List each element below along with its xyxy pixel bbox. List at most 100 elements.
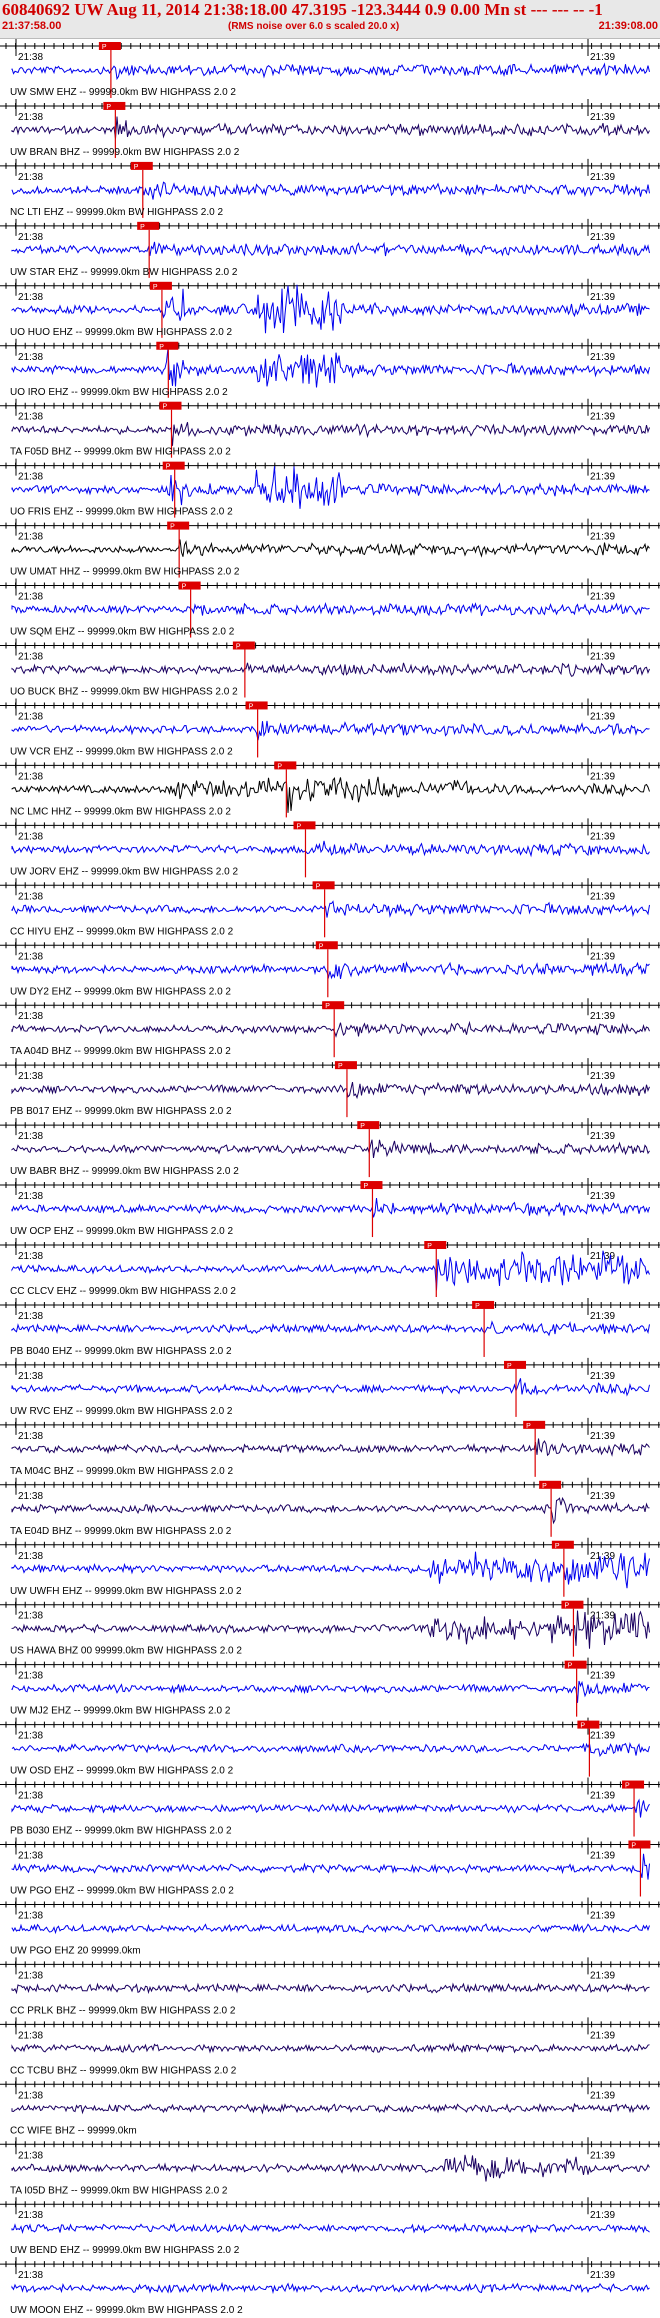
pick-flag-label: P bbox=[363, 1183, 368, 1190]
time-label-left: 21:38 bbox=[18, 1731, 43, 1742]
pick-flag-label: P bbox=[170, 524, 175, 531]
time-label-right: 21:39 bbox=[590, 1071, 615, 1082]
trace-label: CC WIFE BHZ -- 99999.0km bbox=[10, 2125, 137, 2136]
trace-row: 21:38 21:39 P NC LMC HHZ -- 99999.0km BW HI… bbox=[0, 758, 660, 818]
trace-label: TA M04C BHZ -- 99999.0km BW HIGHPASS 2.0… bbox=[10, 1466, 233, 1477]
waveform bbox=[11, 422, 650, 446]
waveform bbox=[11, 2102, 650, 2115]
pick-flag-label: P bbox=[163, 404, 168, 411]
waveform bbox=[11, 720, 650, 741]
time-label-left: 21:38 bbox=[18, 1611, 43, 1622]
time-label-right: 21:39 bbox=[590, 1491, 615, 1502]
time-label-right: 21:39 bbox=[590, 1791, 615, 1802]
trace-row: 21:38 21:39 CC TCBU BHZ -- 99999.0km BW HI… bbox=[0, 2017, 660, 2076]
time-label-right: 21:39 bbox=[590, 2210, 615, 2221]
trace-label: UW OCP EHZ -- 99999.0km BW HIGHPASS 2.0 … bbox=[10, 1226, 233, 1237]
waveform bbox=[11, 466, 650, 509]
waveform bbox=[11, 2222, 650, 2235]
trace-label: CC CLCV EHZ -- 99999.0km BW HIGHPASS 2.0… bbox=[10, 1286, 236, 1297]
time-label-right: 21:39 bbox=[590, 1910, 615, 1921]
time-label-left: 21:38 bbox=[18, 2090, 43, 2101]
pick-flag-label: P bbox=[475, 1303, 480, 1310]
time-label-left: 21:38 bbox=[18, 2030, 43, 2041]
trace-label: UW DY2 EHZ -- 99999.0km BW HIGHPASS 2.0 … bbox=[10, 986, 231, 997]
trace-label: UW UMAT HHZ -- 99999.0km BW HIGHPASS 2.0… bbox=[10, 567, 240, 578]
time-label-right: 21:39 bbox=[590, 2090, 615, 2101]
time-label-left: 21:38 bbox=[18, 2150, 43, 2161]
trace-label: UW STAR EHZ -- 99999.0km BW HIGHPASS 2.0… bbox=[10, 267, 238, 278]
pick-flag-label: P bbox=[568, 1663, 573, 1670]
trace-row: 21:38 21:39 P UW OCP EHZ -- 99999.0km BW HI… bbox=[0, 1178, 660, 1238]
time-label-right: 21:39 bbox=[590, 1731, 615, 1742]
trace-label: UW SQM EHZ -- 99999.0km BW HIGHPASS 2.0 … bbox=[10, 627, 235, 638]
waveform bbox=[11, 347, 650, 388]
trace-row: 21:38 21:39 P UW RVC EHZ -- 99999.0km BW HI… bbox=[0, 1357, 660, 1417]
waveform bbox=[11, 961, 650, 980]
time-label-left: 21:38 bbox=[18, 652, 43, 663]
trace-row: 21:38 21:39PUS HAWA BHZ 00 99999.0km BW H… bbox=[0, 1597, 660, 1657]
time-label-left: 21:38 bbox=[18, 1551, 43, 1562]
waveform bbox=[11, 1081, 650, 1100]
event-title: 60840692 UW Aug 11, 2014 21:38:18.00 47.… bbox=[2, 0, 603, 19]
header-bar: 60840692 UW Aug 11, 2014 21:38:18.00 47.… bbox=[0, 0, 660, 39]
waveform bbox=[11, 900, 650, 918]
trace-row: 21:38 21:39 P UW DY2 EHZ -- 99999.0km BW HI… bbox=[0, 938, 660, 998]
trace-label: TA A04D BHZ -- 99999.0km BW HIGHPASS 2.0… bbox=[10, 1046, 231, 1057]
time-label-right: 21:39 bbox=[590, 951, 615, 962]
pick-flag-label: P bbox=[427, 1243, 432, 1250]
time-label-right: 21:39 bbox=[590, 1311, 615, 1322]
time-label-left: 21:38 bbox=[18, 891, 43, 902]
time-label-left: 21:38 bbox=[18, 1011, 43, 1022]
waveform bbox=[11, 1250, 650, 1291]
time-label-left: 21:38 bbox=[18, 1970, 43, 1981]
trace-label: UW MJ2 EHZ -- 99999.0km BW HIGHPASS 2.0 … bbox=[10, 1706, 231, 1717]
trace-row: 21:38 21:39 P CC HIYU EHZ -- 99999.0km BW H… bbox=[0, 878, 660, 938]
trace-row: 21:38 21:39 P UW JORV EHZ -- 99999.0km BW H… bbox=[0, 818, 660, 878]
trace-row: 21:38 21:39 P PB B040 EHZ -- 99999.0km BW H… bbox=[0, 1297, 660, 1357]
waveform bbox=[11, 62, 650, 81]
trace-row: 21:38 21:39 P UW UMAT HHZ -- 99999.0km BW H… bbox=[0, 518, 660, 578]
trace-label: UO HUO EHZ -- 99999.0km BW HIGHPASS 2.0 … bbox=[10, 327, 233, 338]
time-label-left: 21:38 bbox=[18, 532, 43, 543]
time-label-right: 21:39 bbox=[590, 352, 615, 363]
time-label-right: 21:39 bbox=[590, 1671, 615, 1682]
time-label-left: 21:38 bbox=[18, 1071, 43, 1082]
waveform bbox=[11, 1551, 650, 1589]
time-label-left: 21:38 bbox=[18, 2210, 43, 2221]
waveform bbox=[11, 1139, 650, 1158]
trace-label: UW BABR BHZ -- 99999.0km BW HIGHPASS 2.0… bbox=[10, 1166, 239, 1177]
trace-row: 21:38 21:39 P PB B030 EHZ -- 99999.0km BW H… bbox=[0, 1777, 660, 1837]
time-label-left: 21:38 bbox=[18, 1791, 43, 1802]
pick-flag-label: P bbox=[249, 703, 254, 710]
trace-label: UW PGO EHZ 20 99999.0km bbox=[10, 1945, 141, 1956]
pick-flag-label: P bbox=[236, 644, 241, 651]
time-label-left: 21:38 bbox=[18, 1910, 43, 1921]
pick-flag-label: P bbox=[526, 1423, 531, 1430]
time-label-right: 21:39 bbox=[590, 472, 615, 483]
time-label-right: 21:39 bbox=[590, 532, 615, 543]
time-label-left: 21:38 bbox=[18, 412, 43, 423]
waveform bbox=[11, 1496, 650, 1525]
pick-flag-label: P bbox=[325, 1003, 330, 1010]
time-label-left: 21:38 bbox=[18, 1311, 43, 1322]
pick-flag-label: P bbox=[564, 1603, 569, 1610]
pick-flag-label: P bbox=[631, 1843, 636, 1850]
pick-flag-label: P bbox=[182, 584, 187, 591]
time-label-left: 21:38 bbox=[18, 1491, 43, 1502]
trace-row: 21:38 21:39 CC WIFE BHZ -- 99999.0km bbox=[0, 2077, 660, 2136]
trace-row: 21:38 21:39 P UW BABR BHZ -- 99999.0km BW H… bbox=[0, 1118, 660, 1178]
waveform bbox=[11, 241, 650, 257]
rms-note: (RMS noise over 6.0 s scaled 20.0 x) bbox=[228, 21, 400, 32]
pick-flag-label: P bbox=[153, 284, 158, 291]
time-label-right: 21:39 bbox=[590, 1191, 615, 1202]
trace-row: 21:38 21:39 UW BEND EHZ -- 99999.0km BW HI… bbox=[0, 2197, 660, 2256]
waveform bbox=[11, 601, 650, 617]
pick-flag-label: P bbox=[166, 464, 171, 471]
trace-label: UW BRAN BHZ -- 99999.0km BW HIGHPASS 2.0… bbox=[10, 147, 240, 158]
trace-row: 21:38 21:39 UW MOON EHZ -- 99999.0km BW HI… bbox=[0, 2257, 660, 2316]
trace-row: 21:38 21:39 P UO HUO EHZ -- 99999.0km BW HI… bbox=[0, 278, 660, 338]
trace-label: UW BEND EHZ -- 99999.0km BW HIGHPASS 2.0… bbox=[10, 2245, 240, 2256]
waveform bbox=[11, 1923, 650, 1935]
pick-flag-label: P bbox=[319, 943, 324, 950]
trace-label: PB B030 EHZ -- 99999.0km BW HIGHPASS 2.0… bbox=[10, 1826, 232, 1837]
